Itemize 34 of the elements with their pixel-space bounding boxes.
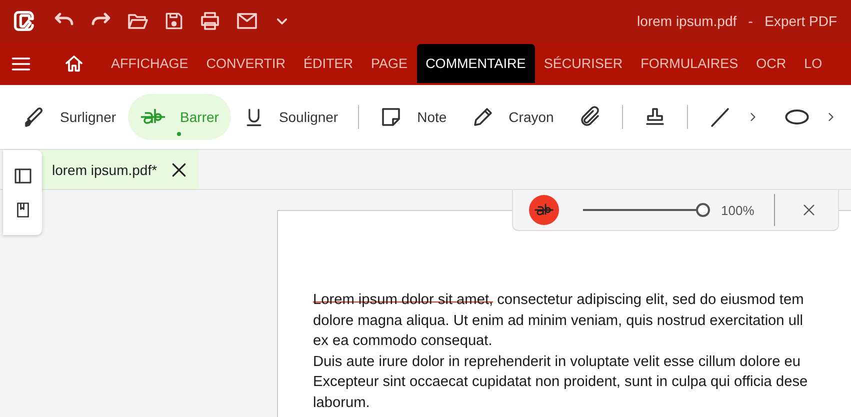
- ribbon-tab[interactable]: PAGE: [362, 44, 417, 83]
- close-button[interactable]: [801, 202, 818, 218]
- text-line: Duis aute irure dolor in reprehenderit in voluptate velit esse cillum dolore eu: [313, 354, 801, 370]
- document-tab-label: lorem ipsum.pdf*: [52, 162, 158, 178]
- strikethrough-icon: [534, 202, 554, 218]
- ribbon-tab[interactable]: ÉDITER: [294, 44, 362, 83]
- print-icon: [198, 9, 222, 33]
- close-icon: [801, 202, 818, 218]
- text-line: dolore magna aliqua. Ut enim ad minim veniam, quis nostrud exercitation ull: [313, 312, 803, 328]
- window-title: lorem ipsum.pdf - Expert PDF: [637, 13, 837, 29]
- ribbon-tab[interactable]: AFFICHAGE: [102, 44, 198, 83]
- ribbon-tab[interactable]: CONVERTIR: [197, 44, 295, 83]
- annotation-tool-button[interactable]: Crayon: [458, 94, 566, 140]
- ribbon-tab[interactable]: FORMULAIRES: [632, 44, 748, 83]
- ribbon-tab[interactable]: SÉCURISER: [534, 44, 632, 83]
- annotation-tool-button[interactable]: Note: [367, 94, 459, 140]
- document-tab[interactable]: lorem ipsum.pdf*: [42, 150, 200, 189]
- slider-thumb[interactable]: [696, 203, 710, 217]
- text-line: ex ea commodo consequat.: [313, 333, 492, 349]
- strikethrough-icon: [140, 107, 166, 127]
- sidebar-toggle-icon: [12, 166, 32, 186]
- annotation-tool-button[interactable]: Souligner: [230, 94, 350, 140]
- opacity-value: 100%: [721, 202, 754, 218]
- text-line: consectetur adipiscing elit, sed do eiusmod tem: [496, 292, 804, 308]
- ribbon-tab[interactable]: LO: [795, 44, 832, 83]
- annotation-tool-button[interactable]: Barrer: [128, 94, 231, 140]
- ribbon-tab[interactable]: OCR: [747, 44, 796, 83]
- text-line: laborum.: [313, 394, 370, 410]
- annotation-tool-button[interactable]: Surligner: [10, 94, 128, 140]
- text-line: Excepteur sint occaecat cupidatat non proident, sunt in culpa qui officia dese: [313, 374, 808, 390]
- save-icon: [163, 10, 185, 32]
- color-swatch[interactable]: [529, 195, 559, 225]
- home-icon: [64, 54, 84, 74]
- ribbon-tab[interactable]: COMMENTAIRE: [416, 44, 535, 83]
